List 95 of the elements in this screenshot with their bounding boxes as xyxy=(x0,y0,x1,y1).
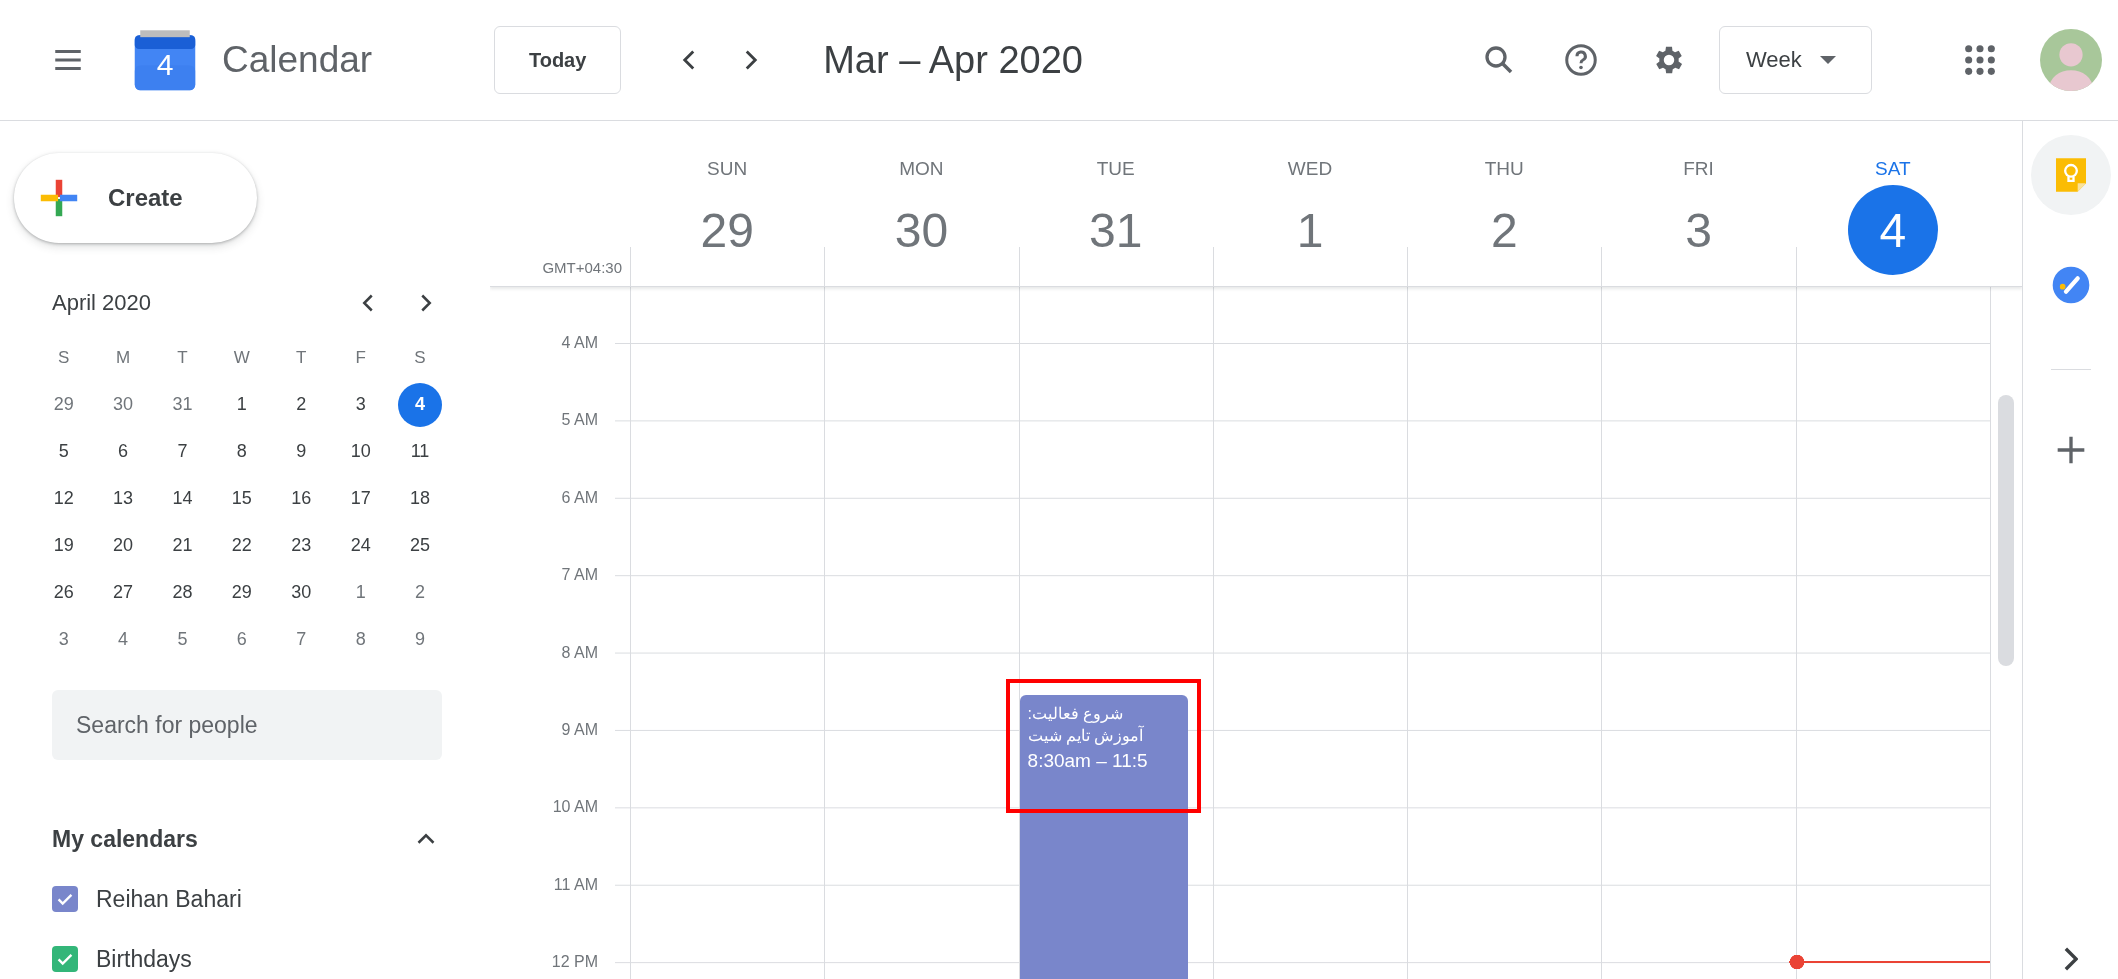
weekday-label: W xyxy=(233,347,250,368)
mini-calendar-day[interactable]: 20 xyxy=(101,523,146,568)
event-title: شروع فعالیت: xyxy=(1027,704,1124,725)
hour-label: 8 AM xyxy=(561,642,598,663)
mini-calendar-day[interactable]: 31 xyxy=(160,382,205,427)
hour-label: 4 AM xyxy=(561,333,598,353)
mini-calendar-day[interactable]: 19 xyxy=(41,523,86,568)
day-number[interactable]: 4 xyxy=(1847,185,1938,275)
mini-calendar-day[interactable]: 6 xyxy=(219,617,264,662)
day-number[interactable]: 30 xyxy=(876,185,967,275)
event-time: 8:30am – 11:5 xyxy=(1027,749,1148,773)
mini-calendar-day[interactable]: 28 xyxy=(160,570,205,615)
mini-calendar-day[interactable]: 5 xyxy=(41,429,86,474)
weekday-label: SAT xyxy=(1875,159,1911,179)
today-button[interactable]: Today xyxy=(494,26,622,94)
search-field[interactable]: Search for people xyxy=(52,690,442,760)
mini-calendar-day[interactable]: 2 xyxy=(398,570,443,615)
mini-calendar-day[interactable]: 3 xyxy=(41,617,86,662)
mini-calendar-day[interactable]: 4 xyxy=(101,617,146,662)
view-dropdown[interactable]: Week xyxy=(1719,26,1872,94)
mini-calendar-day[interactable]: 25 xyxy=(398,523,443,568)
hour-label: 10 AM xyxy=(552,797,598,818)
day-number[interactable]: 3 xyxy=(1653,185,1744,275)
mini-calendar-day[interactable]: 29 xyxy=(219,570,264,615)
mini-calendar-day[interactable]: 1 xyxy=(338,570,383,615)
section-title: My calendars xyxy=(52,825,199,853)
weekday-label: FRI xyxy=(1683,159,1714,179)
weekday-label: SUN xyxy=(707,159,748,179)
weekday-label: THU xyxy=(1484,159,1524,179)
mini-calendar-day[interactable]: 5 xyxy=(160,617,205,662)
mini-calendar-day[interactable]: 30 xyxy=(101,382,146,427)
mini-calendar-day[interactable]: 13 xyxy=(101,476,146,521)
weekday-label: M xyxy=(116,347,131,368)
mini-calendar-day[interactable]: 7 xyxy=(160,429,205,474)
weekday-label: T xyxy=(177,347,188,368)
checkbox[interactable] xyxy=(52,946,78,972)
pencil-circle-icon xyxy=(2050,265,2091,305)
mini-calendar-day[interactable]: 11 xyxy=(398,429,443,474)
weekday-label: F xyxy=(355,347,366,368)
mini-calendar-day[interactable]: 16 xyxy=(279,476,324,521)
mini-calendar-day[interactable]: 30 xyxy=(279,570,324,615)
mini-calendar-day[interactable]: 8 xyxy=(338,617,383,662)
mini-calendar-day[interactable]: 4 xyxy=(398,382,443,427)
calendar-name: Birthdays xyxy=(96,945,192,973)
mini-calendar-day[interactable]: 1 xyxy=(219,382,264,427)
mini-calendar-day[interactable]: 22 xyxy=(219,523,264,568)
timezone-label: GMT+04:30 xyxy=(542,259,622,276)
calendar-name: Reihan Bahari xyxy=(96,885,242,913)
mini-calendar-day[interactable]: 23 xyxy=(279,523,324,568)
apps-icon xyxy=(1963,43,1997,77)
day-number[interactable]: 2 xyxy=(1459,185,1550,275)
weekday-label: S xyxy=(58,347,70,368)
app-name: Calendar xyxy=(222,39,373,81)
mini-calendar-day[interactable]: 18 xyxy=(398,476,443,521)
weekday-label: TUE xyxy=(1096,159,1135,179)
weekday-label: WED xyxy=(1287,159,1333,179)
create-button[interactable]: Create xyxy=(14,153,257,243)
day-number[interactable]: 29 xyxy=(682,185,773,275)
weekday-label: S xyxy=(414,347,426,368)
hour-label: 12 PM xyxy=(551,952,598,973)
mini-calendar-day[interactable]: 14 xyxy=(160,476,205,521)
hour-label: 7 AM xyxy=(561,565,598,586)
mini-calendar-day[interactable]: 26 xyxy=(41,570,86,615)
mini-calendar-day[interactable]: 7 xyxy=(279,617,324,662)
hour-label: 11 AM xyxy=(553,874,598,895)
mini-calendar-day[interactable]: 15 xyxy=(219,476,264,521)
mini-calendar-day[interactable]: 17 xyxy=(338,476,383,521)
mini-calendar-day[interactable]: 27 xyxy=(101,570,146,615)
calendar-logo: 4 xyxy=(132,27,198,93)
mini-calendar-day[interactable]: 3 xyxy=(338,382,383,427)
chevron-right-icon xyxy=(2063,947,2078,971)
scrollbar-thumb[interactable] xyxy=(1998,395,2014,666)
hour-label: 5 AM xyxy=(561,410,598,431)
mini-calendar-day[interactable]: 6 xyxy=(101,429,146,474)
day-number[interactable]: 1 xyxy=(1265,185,1355,275)
event-title: آموزش تایم شیت xyxy=(1027,725,1144,747)
mini-calendar-day[interactable]: 8 xyxy=(219,429,264,474)
mini-calendar-day[interactable]: 12 xyxy=(41,476,86,521)
hour-label: 6 AM xyxy=(561,487,598,508)
checkbox[interactable] xyxy=(52,886,78,912)
month-title: April 2020 xyxy=(52,290,153,316)
date-range: Mar – Apr 2020 xyxy=(823,38,1083,82)
help-icon xyxy=(1563,42,1599,78)
mini-calendar-day[interactable]: 10 xyxy=(338,429,383,474)
mini-calendar-day[interactable]: 2 xyxy=(279,382,324,427)
hour-label: 9 AM xyxy=(561,719,598,740)
caret-icon xyxy=(1819,56,1836,64)
day-number[interactable]: 31 xyxy=(1070,185,1161,275)
mini-calendar-day[interactable]: 9 xyxy=(279,429,324,474)
mini-calendar-day[interactable]: 29 xyxy=(41,382,86,427)
mini-calendar-day[interactable]: 21 xyxy=(160,523,205,568)
weekday-label: T xyxy=(296,347,307,368)
mini-calendar-day[interactable]: 9 xyxy=(398,617,443,662)
mini-calendar-day[interactable]: 24 xyxy=(338,523,383,568)
weekday-label: MON xyxy=(899,159,944,179)
